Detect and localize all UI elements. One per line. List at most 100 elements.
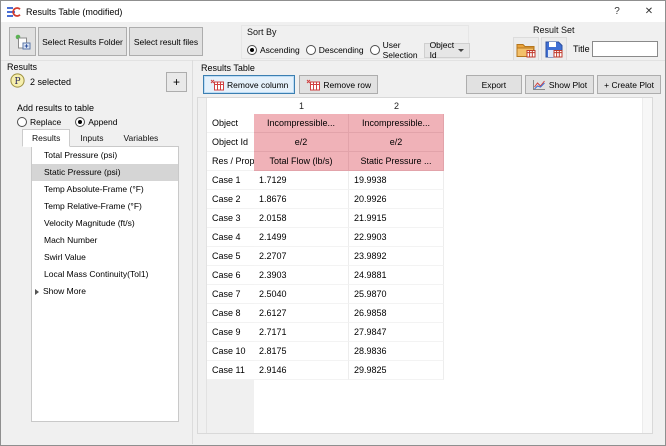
help-button[interactable]: ? <box>601 1 633 22</box>
row-label[interactable]: Case 6 <box>207 266 254 285</box>
table-cell[interactable]: 2.2707 <box>254 247 349 266</box>
selected-count: 2 selected <box>30 77 71 87</box>
select-results-folder-button[interactable]: Select Results Folder <box>38 27 127 56</box>
close-button[interactable]: ✕ <box>633 1 665 22</box>
results-table-widget: 12ObjectIncompressible...Incompressible.… <box>197 97 653 434</box>
sort-option-ascending[interactable]: Ascending <box>247 45 300 55</box>
table-cell[interactable]: 1.8676 <box>254 190 349 209</box>
table-row-gutter <box>198 98 207 433</box>
list-item[interactable]: Local Mass Continuity(Tol1) <box>32 266 178 283</box>
tab-inputs[interactable]: Inputs <box>70 129 113 147</box>
mode-option-replace[interactable]: Replace <box>17 117 61 127</box>
tab-variables[interactable]: Variables <box>114 129 169 147</box>
radio-label: Ascending <box>260 45 300 55</box>
table-cell[interactable]: e/2 <box>349 133 444 152</box>
list-item[interactable]: Swirl Value <box>32 249 178 266</box>
list-item[interactable]: Velocity Magnitude (ft/s) <box>32 215 178 232</box>
list-item[interactable]: Total Pressure (psi) <box>32 147 178 164</box>
title-field-label: Title <box>573 44 590 54</box>
table-cell[interactable]: 24.9881 <box>349 266 444 285</box>
table-cell[interactable]: 26.9858 <box>349 304 444 323</box>
plot-icon <box>532 79 546 91</box>
table-cell[interactable]: Static Pressure ... <box>349 152 444 171</box>
table-cell[interactable]: 29.9825 <box>349 361 444 380</box>
show-plot-label: Show Plot <box>549 80 587 90</box>
table-cell[interactable]: 2.5040 <box>254 285 349 304</box>
row-label[interactable]: Case 9 <box>207 323 254 342</box>
row-label[interactable]: Object Id <box>207 133 254 152</box>
export-button[interactable]: Export <box>466 75 522 94</box>
list-item[interactable]: Temp Relative-Frame (°F) <box>32 198 178 215</box>
results-table-dialog: Results Table (modified) ? ✕ Select Resu… <box>0 0 666 446</box>
mode-option-append[interactable]: Append <box>75 117 117 127</box>
remove-column-button[interactable]: Remove column <box>203 75 295 94</box>
table-cell[interactable]: 2.9146 <box>254 361 349 380</box>
row-label[interactable]: Case 7 <box>207 285 254 304</box>
list-item[interactable]: Static Pressure (psi) <box>32 164 178 181</box>
table-cell[interactable]: 2.7171 <box>254 323 349 342</box>
results-group-label: Results <box>7 62 37 72</box>
new-results-button[interactable] <box>9 27 36 56</box>
row-label[interactable]: Case 5 <box>207 247 254 266</box>
radio-icon <box>306 45 316 55</box>
row-label[interactable]: Case 3 <box>207 209 254 228</box>
list-item[interactable]: Mach Number <box>32 232 178 249</box>
sort-key-dropdown[interactable]: Object Id <box>424 43 471 58</box>
table-cell[interactable]: Total Flow (lb/s) <box>254 152 349 171</box>
radio-icon <box>75 117 85 127</box>
table-cell[interactable]: 1.7129 <box>254 171 349 190</box>
toolbar-separator <box>1 60 665 61</box>
table-cell[interactable]: Incompressible... <box>254 114 349 133</box>
row-label[interactable]: Case 8 <box>207 304 254 323</box>
results-table-grid: 12ObjectIncompressible...Incompressible.… <box>207 98 444 380</box>
table-cell[interactable]: e/2 <box>254 133 349 152</box>
radio-icon <box>247 45 257 55</box>
row-label[interactable]: Case 1 <box>207 171 254 190</box>
row-label[interactable]: Case 11 <box>207 361 254 380</box>
table-cell[interactable]: 22.9903 <box>349 228 444 247</box>
remove-row-button[interactable]: Remove row <box>299 75 378 94</box>
table-cell[interactable]: 25.9870 <box>349 285 444 304</box>
chevron-down-icon <box>458 49 464 52</box>
row-label[interactable]: Case 2 <box>207 190 254 209</box>
show-plot-button[interactable]: Show Plot <box>525 75 594 94</box>
table-cell[interactable]: 2.3903 <box>254 266 349 285</box>
create-plot-button[interactable]: + Create Plot <box>597 75 661 94</box>
table-cell[interactable]: 2.8175 <box>254 342 349 361</box>
table-cell[interactable]: 20.9926 <box>349 190 444 209</box>
save-result-set-button[interactable] <box>541 37 567 61</box>
sort-option-user-selection[interactable]: User Selection <box>370 40 418 60</box>
radio-label: Replace <box>30 117 61 127</box>
results-list[interactable]: Total Pressure (psi)Static Pressure (psi… <box>31 146 179 422</box>
sort-option-descending[interactable]: Descending <box>306 45 364 55</box>
row-label[interactable]: Case 4 <box>207 228 254 247</box>
column-header[interactable]: 2 <box>349 98 444 114</box>
show-more-item[interactable]: Show More <box>32 283 178 300</box>
table-cell[interactable]: 27.9847 <box>349 323 444 342</box>
remove-table-icon <box>306 79 320 91</box>
results-table-group-label: Results Table <box>201 63 255 73</box>
table-cell[interactable]: 2.1499 <box>254 228 349 247</box>
load-result-set-button[interactable] <box>513 37 539 61</box>
table-cell[interactable]: 21.9915 <box>349 209 444 228</box>
result-set-title-input[interactable] <box>592 41 658 57</box>
select-result-files-button[interactable]: Select result files <box>129 27 203 56</box>
row-label[interactable]: Res / Prop <box>207 152 254 171</box>
list-item[interactable]: Temp Absolute-Frame (°F) <box>32 181 178 198</box>
sort-by-label: Sort By <box>247 27 463 37</box>
table-vertical-scrollbar[interactable] <box>642 98 652 433</box>
radio-icon <box>370 45 380 55</box>
table-cell[interactable]: 28.9836 <box>349 342 444 361</box>
table-cell[interactable]: 23.9892 <box>349 247 444 266</box>
table-cell[interactable]: 2.0158 <box>254 209 349 228</box>
table-cell[interactable]: 19.9938 <box>349 171 444 190</box>
table-cell[interactable]: 2.6127 <box>254 304 349 323</box>
add-result-button[interactable]: + <box>166 72 187 92</box>
save-icon <box>545 41 563 58</box>
row-label[interactable]: Object <box>207 114 254 133</box>
column-header[interactable]: 1 <box>254 98 349 114</box>
row-label[interactable]: Case 10 <box>207 342 254 361</box>
app-logo-icon <box>7 6 21 18</box>
tab-results[interactable]: Results <box>22 129 70 147</box>
table-cell[interactable]: Incompressible... <box>349 114 444 133</box>
